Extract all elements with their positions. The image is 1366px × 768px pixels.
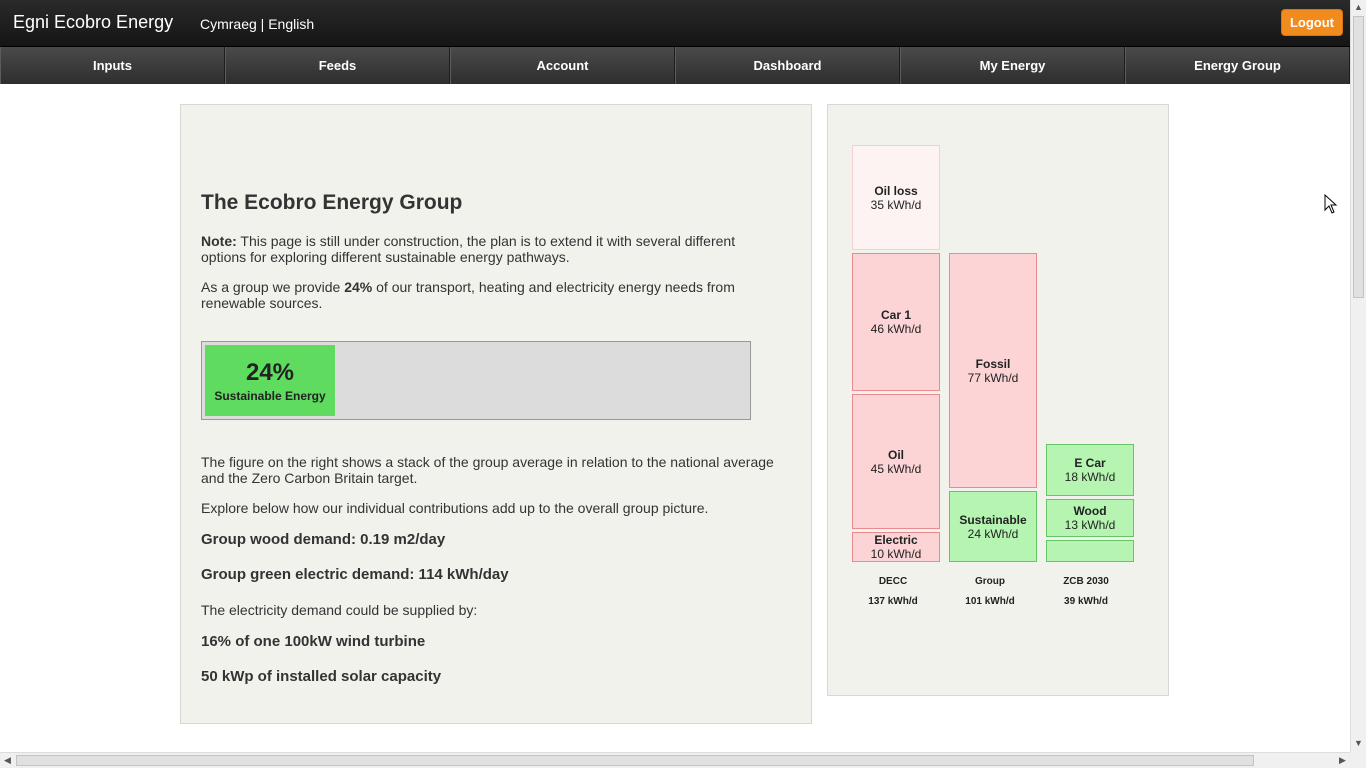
progress-fill: 24% Sustainable Energy: [205, 345, 335, 416]
block-name: Fossil: [975, 356, 1011, 371]
note-label: Note:: [201, 233, 237, 249]
nav-feeds[interactable]: Feeds: [225, 47, 450, 84]
block-value: 45 kWh/d: [870, 461, 922, 476]
electric-demand: Group green electric demand: 114 kWh/day: [201, 566, 509, 583]
nav-account[interactable]: Account: [450, 47, 675, 84]
column-label-group: Group: [975, 576, 1005, 587]
stack-block-unlabeled: [1046, 540, 1134, 562]
block-name: Wood: [1073, 504, 1107, 518]
vertical-scrollbar[interactable]: ▲ ▼: [1350, 0, 1366, 752]
wood-demand: Group wood demand: 0.19 m2/day: [201, 531, 446, 548]
mouse-cursor-icon: [1324, 194, 1338, 214]
column-total-group: 101 kWh/d: [965, 596, 1015, 607]
supply-paragraph: The electricity demand could be supplied…: [201, 602, 478, 618]
sustainable-progress-bar: 24% Sustainable Energy: [201, 341, 751, 420]
block-value: 18 kWh/d: [1064, 470, 1116, 484]
block-value: 24 kWh/d: [967, 526, 1019, 541]
block-name: Sustainable: [959, 512, 1027, 527]
block-value: 13 kWh/d: [1064, 518, 1116, 532]
stack-block-e-car: E Car 18 kWh/d: [1046, 444, 1134, 496]
scroll-down-icon[interactable]: ▼: [1354, 738, 1363, 748]
note-text: This page is still under construction, t…: [201, 233, 736, 265]
vertical-scroll-thumb[interactable]: [1353, 16, 1364, 298]
lang-separator: |: [256, 16, 269, 32]
block-name: Car 1: [880, 308, 912, 322]
language-switcher: Cymraeg | English: [200, 16, 314, 32]
block-name: E Car: [1074, 456, 1106, 470]
provide-pct: 24%: [344, 279, 373, 295]
brand-title[interactable]: Egni Ecobro Energy: [13, 12, 173, 33]
block-value: 46 kWh/d: [870, 322, 922, 336]
lang-cymraeg-link[interactable]: Cymraeg: [200, 16, 257, 32]
scrollbar-corner: [1350, 752, 1366, 768]
solar-capacity-text: 50 kWp of installed solar capacity: [201, 668, 442, 685]
main-nav: Inputs Feeds Account Dashboard My Energy…: [0, 47, 1350, 84]
provide-pre: As a group we provide: [201, 279, 345, 295]
note-paragraph: Note: This page is still under construct…: [201, 233, 776, 265]
progress-percent: 24%: [245, 359, 295, 386]
stack-block-electric: Electric 10 kWh/d: [852, 532, 940, 562]
column-total-zcb: 39 kWh/d: [1064, 596, 1108, 607]
page-title: The Ecobro Energy Group: [201, 191, 463, 214]
figure-paragraph: The figure on the right shows a stack of…: [201, 454, 774, 486]
column-label-decc: DECC: [878, 576, 908, 587]
block-name: Oil loss: [874, 183, 918, 198]
scroll-left-icon[interactable]: ◀: [4, 755, 11, 766]
provide-paragraph: As a group we provide 24% of our transpo…: [201, 279, 776, 311]
stack-block-wood: Wood 13 kWh/d: [1046, 499, 1134, 537]
column-total-decc: 137 kWh/d: [868, 596, 918, 607]
progress-label: Sustainable Energy: [214, 389, 326, 403]
nav-my-energy[interactable]: My Energy: [900, 47, 1125, 84]
stack-block-sustainable: Sustainable 24 kWh/d: [949, 491, 1037, 562]
nav-energy-group[interactable]: Energy Group: [1125, 47, 1350, 84]
block-value: 77 kWh/d: [967, 370, 1019, 385]
explore-paragraph: Explore below how our individual contrib…: [201, 500, 709, 516]
stack-block-oil-loss: Oil loss 35 kWh/d: [852, 145, 940, 250]
top-bar: Egni Ecobro Energy Cymraeg | English Log…: [0, 0, 1350, 47]
block-value: 10 kWh/d: [870, 547, 922, 561]
scroll-right-icon[interactable]: ▶: [1339, 755, 1346, 766]
nav-dashboard[interactable]: Dashboard: [675, 47, 900, 84]
stack-block-car-1: Car 1 46 kWh/d: [852, 253, 940, 391]
horizontal-scroll-thumb[interactable]: [16, 755, 1254, 766]
block-name: Oil: [887, 447, 904, 462]
group-info-panel: The Ecobro Energy Group Note: This page …: [180, 104, 812, 724]
horizontal-scrollbar[interactable]: ◀ ▶: [0, 752, 1350, 768]
logout-button[interactable]: Logout: [1281, 9, 1343, 36]
block-name: Electric: [874, 533, 918, 547]
wind-turbine-text: 16% of one 100kW wind turbine: [201, 633, 426, 650]
stack-block-oil: Oil 45 kWh/d: [852, 394, 940, 529]
column-label-zcb: ZCB 2030: [1063, 576, 1109, 587]
nav-inputs[interactable]: Inputs: [0, 47, 225, 84]
stack-block-fossil: Fossil 77 kWh/d: [949, 253, 1037, 488]
block-value: 35 kWh/d: [870, 197, 922, 212]
scroll-up-icon[interactable]: ▲: [1354, 2, 1363, 12]
lang-english-link[interactable]: English: [268, 16, 314, 32]
energy-stack-panel: Oil loss 35 kWh/d Car 1 46 kWh/d Oil 45 …: [827, 104, 1169, 696]
